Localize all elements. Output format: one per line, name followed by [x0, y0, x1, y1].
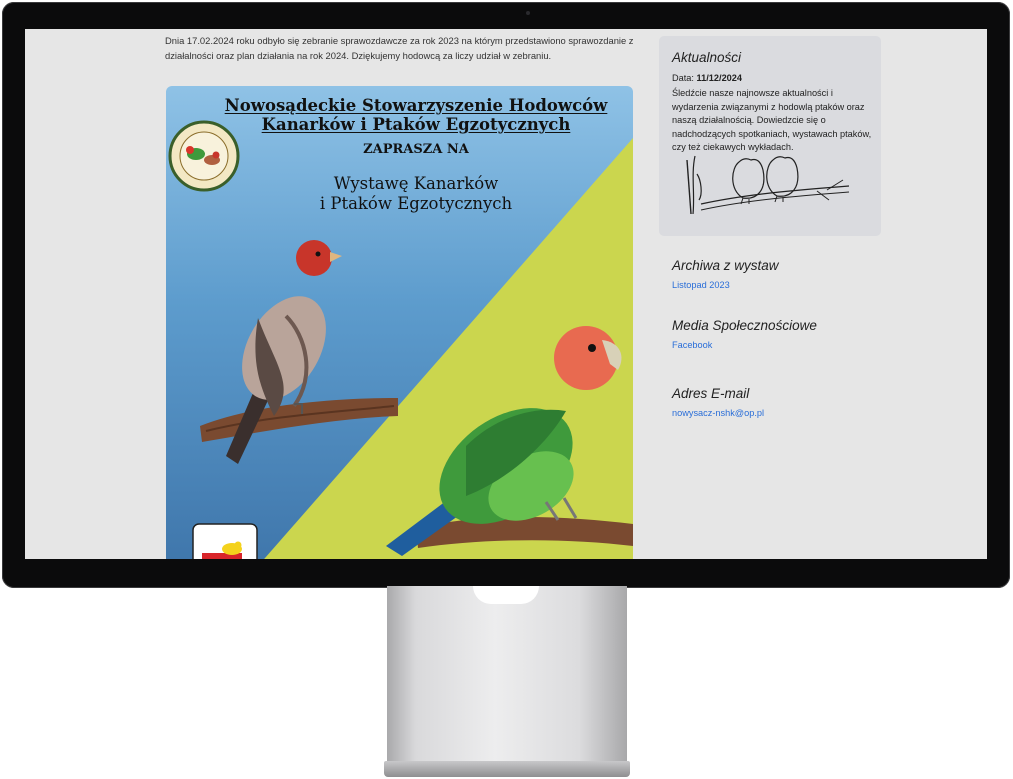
news-heading: Aktualności [672, 50, 742, 65]
stand-cutout [473, 586, 539, 604]
email-heading: Adres E-mail [672, 386, 750, 401]
social-media-heading: Media Społecznościowe [672, 318, 817, 333]
news-panel: Aktualności Data: 11/12/2024 Śledźcie na… [659, 36, 881, 236]
monitor-stand-base [384, 761, 630, 777]
browser-viewport[interactable]: Dnia 17.02.2024 roku odbyło się zebranie… [25, 29, 987, 559]
poster-title-line1: Nowosądeckie Stowarzyszenie Hodowców [224, 96, 608, 115]
federation-logo [192, 523, 258, 559]
facebook-link[interactable]: Facebook [672, 340, 712, 350]
archive-heading: Archiwa z wystaw [672, 258, 779, 273]
exhibition-poster[interactable]: Nowosądeckie Stowarzyszenie Hodowców Kan… [166, 86, 633, 559]
poster-event-line1: Wystawę Kanarków [333, 174, 499, 193]
archive-link-november-2023[interactable]: Listopad 2023 [672, 280, 730, 290]
poster-title-line2: Kanarków i Ptaków Egzotycznych [261, 115, 571, 134]
poster-title: Nowosądeckie Stowarzyszenie Hodowców Kan… [206, 96, 626, 134]
camera-dot [526, 11, 530, 15]
news-date-value: 11/12/2024 [696, 73, 743, 83]
monitor-stand [387, 586, 627, 762]
news-description: Śledźcie nasze najnowsze aktualności i w… [672, 88, 872, 153]
poster-event-line2: i Ptaków Egzotycznych [319, 194, 513, 213]
email-link[interactable]: nowysacz-nshk@op.pl [672, 408, 764, 418]
news-date: Data: 11/12/2024 [672, 73, 742, 83]
poster-invite: ZAPRASZA NA [363, 142, 469, 157]
news-date-label: Data: [672, 73, 694, 83]
poster-event-name: Wystawę Kanarków i Ptaków Egzotycznych [246, 174, 586, 214]
meeting-announcement: Dnia 17.02.2024 roku odbyło się zebranie… [165, 35, 634, 61]
owls-on-branch-illustration [686, 155, 850, 215]
finch-illustration [226, 240, 342, 464]
monitor-mockup: Dnia 17.02.2024 roku odbyło się zebranie… [0, 0, 1013, 779]
